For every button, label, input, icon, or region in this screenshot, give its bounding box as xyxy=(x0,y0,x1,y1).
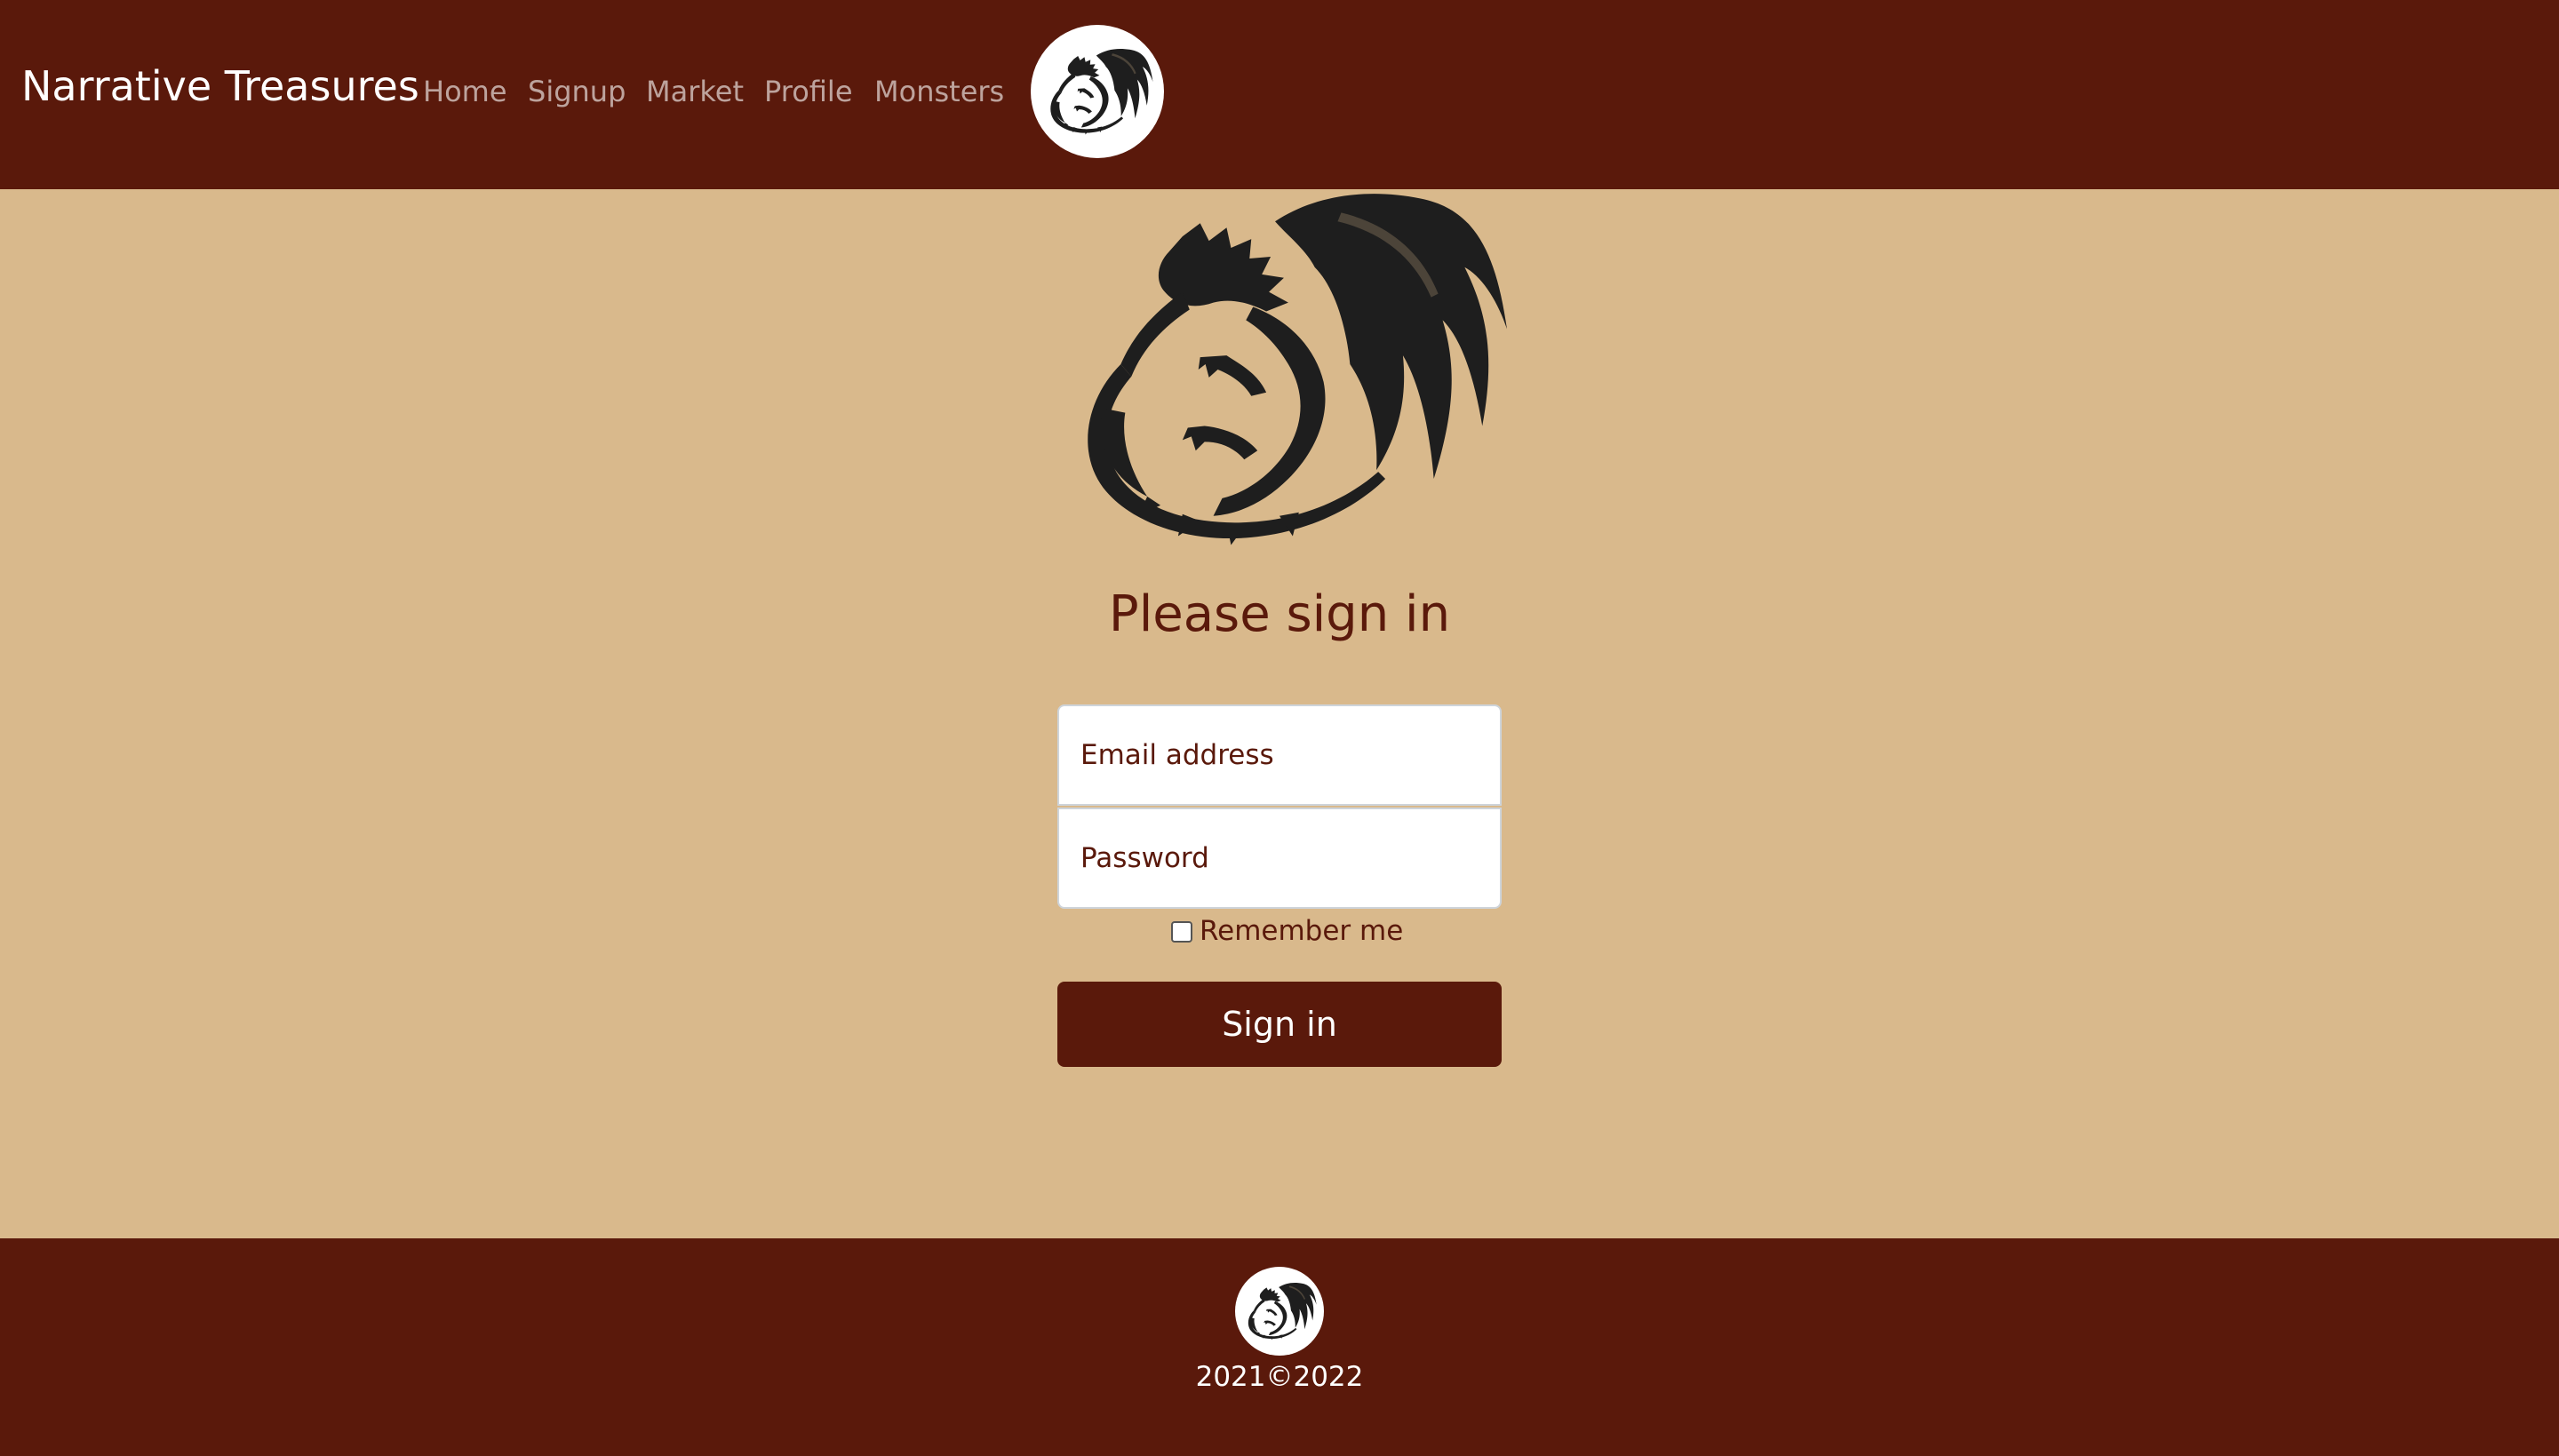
dragon-logo-icon xyxy=(1235,1267,1324,1356)
remember-me[interactable]: Remember me xyxy=(1171,915,1403,948)
password-field[interactable] xyxy=(1057,808,1502,909)
dragon-emblem-icon xyxy=(1088,194,1508,545)
remember-me-checkbox[interactable] xyxy=(1171,920,1192,943)
remember-me-label: Remember me xyxy=(1200,915,1404,947)
email-field[interactable] xyxy=(1057,704,1502,806)
sign-in-button[interactable]: Sign in xyxy=(1057,982,1502,1067)
dragon-logo-icon[interactable] xyxy=(1031,25,1164,158)
sign-in-heading: Please sign in xyxy=(1108,585,1451,643)
nav-link-profile[interactable]: Profile xyxy=(764,75,853,108)
brand-link[interactable]: Narrative Treasures xyxy=(21,62,419,111)
nav-link-signup[interactable]: Signup xyxy=(528,75,626,108)
copyright-text: 2021©2022 xyxy=(1195,1361,1364,1393)
nav-link-market[interactable]: Market xyxy=(646,75,744,108)
navbar: Narrative Treasures Home Signup Market P… xyxy=(0,0,2559,189)
nav-link-home[interactable]: Home xyxy=(423,75,507,108)
nav-link-monsters[interactable]: Monsters xyxy=(874,75,1004,108)
footer: 2021©2022 xyxy=(0,1238,2559,1456)
